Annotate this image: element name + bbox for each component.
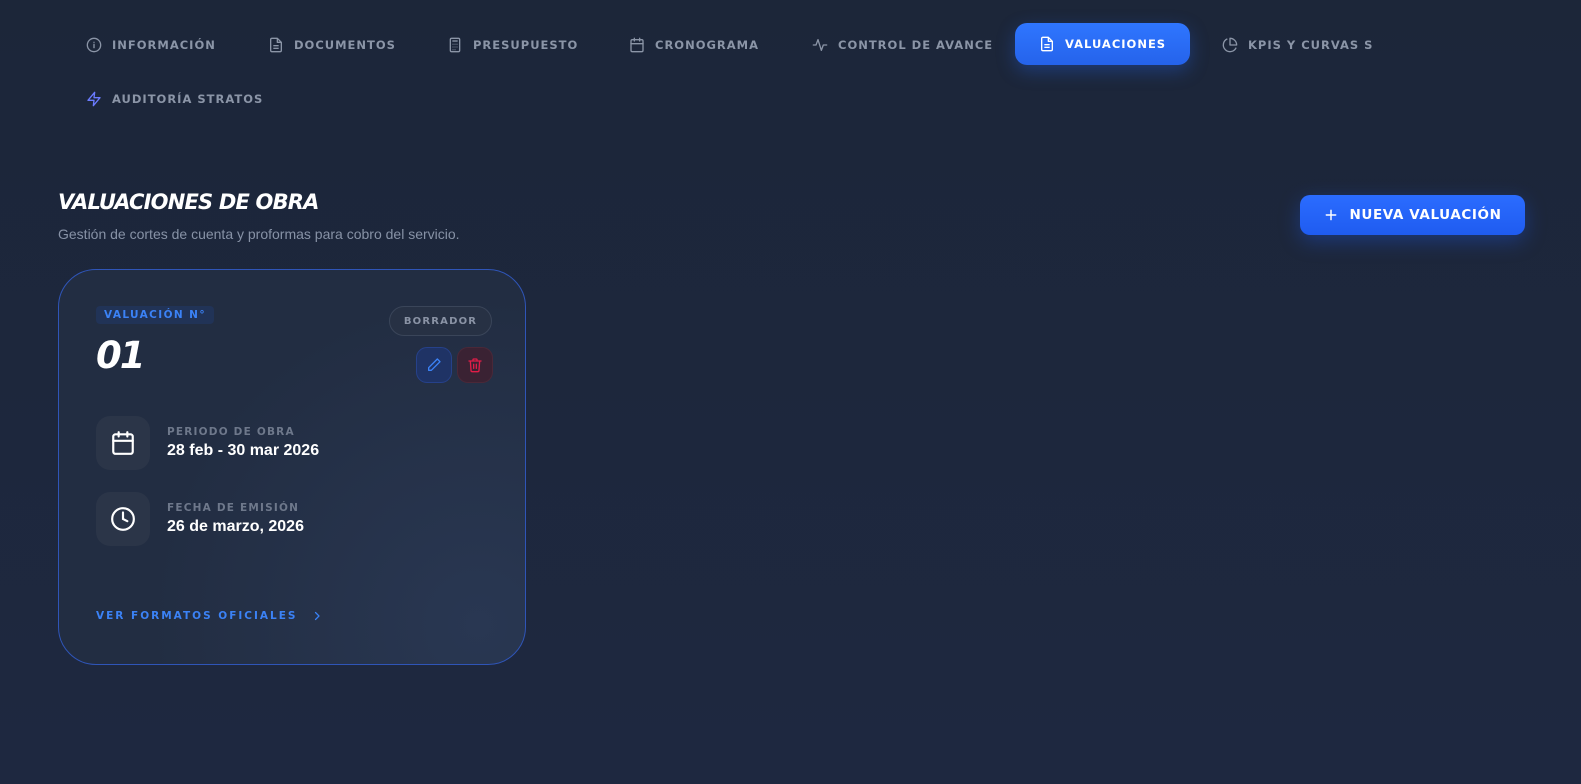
tab-label: CONTROL DE AVANCE: [838, 38, 994, 52]
tab-auditoria-stratos[interactable]: AUDITORÍA STRATOS: [86, 91, 263, 107]
page-title: VALUACIONES DE OBRA: [58, 190, 319, 214]
valuation-number-label: VALUACIÓN N°: [96, 306, 215, 324]
document-icon: [1041, 36, 1053, 52]
document-icon: [270, 37, 282, 53]
new-valuation-label: NUEVA VALUACIÓN: [1349, 207, 1502, 223]
delete-button[interactable]: [457, 347, 493, 383]
view-official-formats-link[interactable]: VER FORMATOS OFICIALES: [96, 610, 323, 622]
page: INFORMACIÓN DOCUMENTOS PRESUPUESTO CRONO…: [0, 0, 1581, 784]
pie-chart-icon: [1222, 37, 1238, 53]
tab-presupuesto[interactable]: PRESUPUESTO: [447, 37, 578, 53]
issue-date-label: FECHA DE EMISIÓN: [167, 502, 300, 514]
tab-valuaciones[interactable]: VALUACIONES: [1015, 23, 1191, 65]
tab-label: VALUACIONES: [1065, 37, 1167, 51]
calendar-icon: [630, 37, 644, 53]
period-label: PERIODO DE OBRA: [167, 426, 295, 438]
edit-button[interactable]: [416, 347, 452, 383]
plus-icon: [1325, 209, 1336, 221]
page-subtitle: Gestión de cortes de cuenta y proformas …: [58, 226, 460, 242]
tab-label: INFORMACIÓN: [112, 38, 216, 52]
status-badge: BORRADOR: [389, 306, 492, 336]
valuation-card[interactable]: VALUACIÓN N° 01 BORRADOR PERIODO DE OBRA…: [58, 269, 526, 665]
activity-icon: [812, 39, 828, 51]
valuation-number: 01: [96, 334, 145, 377]
calendar-icon: [96, 416, 150, 470]
clock-icon: [96, 492, 150, 546]
pencil-icon: [428, 358, 441, 371]
view-official-formats-label: VER FORMATOS OFICIALES: [96, 610, 298, 622]
period-row: PERIODO DE OBRA 28 feb - 30 mar 2026: [96, 416, 319, 470]
tab-label: PRESUPUESTO: [473, 38, 579, 52]
tab-cronograma[interactable]: CRONOGRAMA: [629, 37, 759, 53]
calculator-icon: [449, 37, 461, 53]
period-value: 28 feb - 30 mar 2026: [167, 442, 320, 459]
tab-control-de-avance[interactable]: CONTROL DE AVANCE: [812, 37, 993, 53]
tab-kpis-y-curvas-s[interactable]: KPIS Y CURVAS S: [1222, 37, 1373, 53]
trash-icon: [468, 358, 482, 373]
tab-label: AUDITORÍA STRATOS: [112, 92, 264, 106]
tab-label: DOCUMENTOS: [294, 38, 396, 52]
chevron-right-icon: [315, 611, 321, 621]
issue-date-value: 26 de marzo, 2026: [167, 518, 304, 535]
info-icon: [86, 37, 102, 53]
lightning-icon: [87, 91, 101, 107]
tab-label: KPIS Y CURVAS S: [1248, 38, 1374, 52]
tab-informacion[interactable]: INFORMACIÓN: [86, 37, 216, 53]
tab-label: CRONOGRAMA: [655, 38, 760, 52]
tab-documentos[interactable]: DOCUMENTOS: [268, 37, 396, 53]
issue-date-row: FECHA DE EMISIÓN 26 de marzo, 2026: [96, 492, 304, 546]
new-valuation-button[interactable]: NUEVA VALUACIÓN: [1300, 195, 1525, 235]
